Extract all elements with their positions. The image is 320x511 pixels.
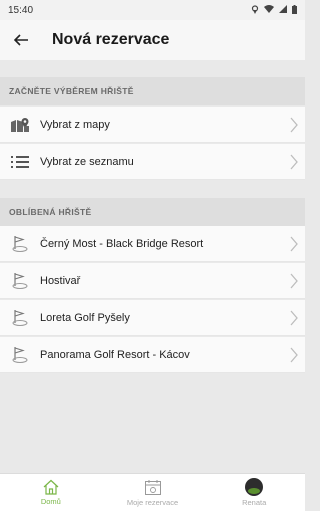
select-from-list-label: Vybrat ze seznamu xyxy=(40,155,134,168)
golf-flag-icon xyxy=(0,235,40,253)
favorite-course-row[interactable]: Panorama Golf Resort - Kácov xyxy=(0,337,305,373)
status-time: 15:40 xyxy=(8,4,34,16)
status-bar: 15:40 xyxy=(0,0,305,20)
chevron-right-icon xyxy=(283,154,305,170)
bottom-navigation: Domů Moje rezervace Renata xyxy=(0,473,305,511)
chevron-right-icon xyxy=(283,117,305,133)
nav-home-label: Domů xyxy=(40,497,61,506)
golf-flag-icon xyxy=(0,272,40,290)
select-from-map-label: Vybrat z mapy xyxy=(40,118,110,131)
nav-my-reservations[interactable]: Moje rezervace xyxy=(102,474,204,511)
favorite-course-label: Panorama Golf Resort - Kácov xyxy=(40,348,190,361)
back-arrow-icon[interactable] xyxy=(13,30,38,51)
app-bar: Nová rezervace xyxy=(0,20,305,60)
favorite-course-row[interactable]: Loreta Golf Pyšely xyxy=(0,300,305,336)
chevron-right-icon xyxy=(283,273,305,289)
chevron-right-icon xyxy=(283,310,305,326)
chevron-right-icon xyxy=(283,236,305,252)
favorite-course-label: Hostivař xyxy=(40,274,81,287)
nav-profile[interactable]: Renata xyxy=(203,474,305,511)
favorite-course-row[interactable]: Hostivař xyxy=(0,263,305,299)
calendar-icon xyxy=(144,479,162,498)
nav-my-reservations-label: Moje rezervace xyxy=(126,497,179,507)
section-header-favorites: OBLÍBENÁ HŘIŠTĚ xyxy=(0,198,305,226)
favorite-course-row[interactable]: Černý Most - Black Bridge Resort xyxy=(0,226,305,262)
select-from-list-row[interactable]: Vybrat ze seznamu xyxy=(0,144,305,180)
avatar xyxy=(245,478,264,496)
select-from-map-row[interactable]: Vybrat z mapy xyxy=(0,107,305,143)
location-icon xyxy=(251,4,259,16)
map-pin-icon xyxy=(0,117,40,133)
battery-icon xyxy=(292,4,297,16)
nav-profile-label: Renata xyxy=(242,498,267,507)
home-icon xyxy=(42,479,60,497)
nav-home[interactable]: Domů xyxy=(0,474,102,511)
favorite-course-label: Černý Most - Black Bridge Resort xyxy=(40,237,204,250)
page-title: Nová rezervace xyxy=(52,31,170,48)
chevron-right-icon xyxy=(283,347,305,363)
signal-icon xyxy=(279,5,287,15)
list-icon xyxy=(0,155,40,169)
wifi-icon xyxy=(264,5,274,15)
section-header-start: ZAČNĚTE VÝBĚREM HŘIŠTĚ xyxy=(0,77,305,105)
golf-flag-icon xyxy=(0,346,40,364)
golf-flag-icon xyxy=(0,309,40,327)
favorite-course-label: Loreta Golf Pyšely xyxy=(40,311,130,324)
